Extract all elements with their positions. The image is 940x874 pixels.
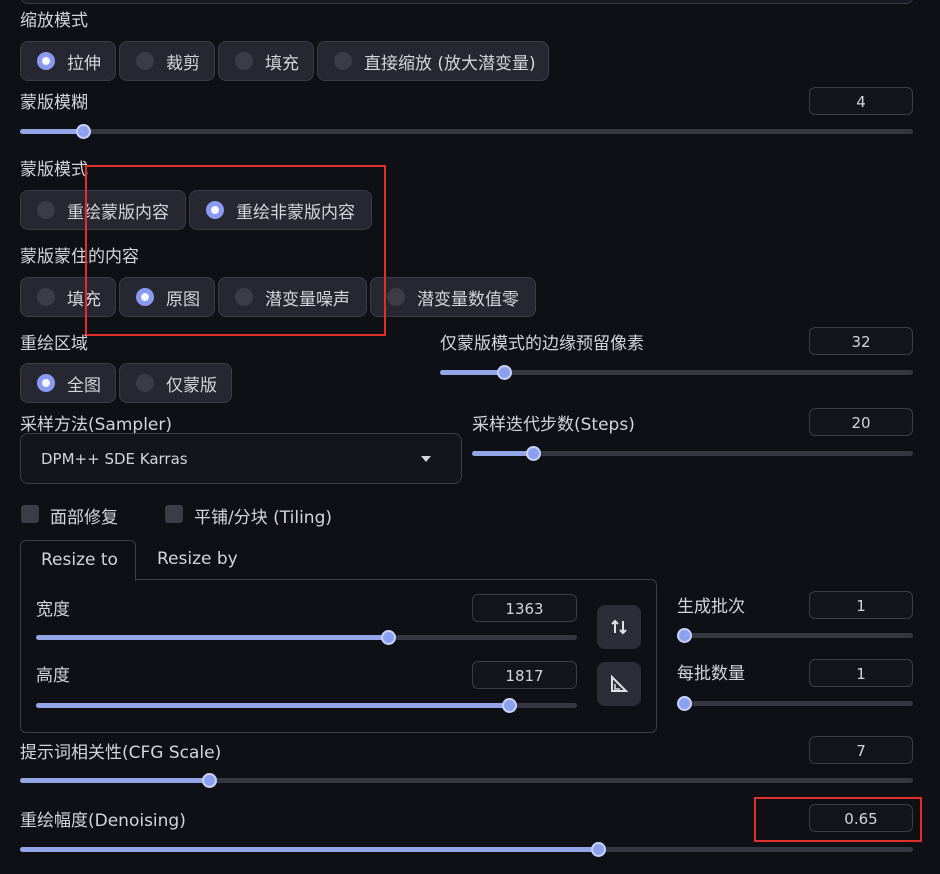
radio-icon	[235, 52, 253, 70]
slider-thumb[interactable]	[526, 446, 541, 461]
denoising-label: 重绘幅度(Denoising)	[20, 811, 186, 831]
tiling-label: 平铺/分块 (Tiling)	[194, 508, 332, 528]
slider-thumb[interactable]	[381, 630, 396, 645]
swap-dimensions-icon	[611, 619, 627, 635]
resize-mode-label: 缩放模式	[20, 11, 88, 31]
tiling-checkbox[interactable]	[165, 505, 183, 523]
slider-thumb[interactable]	[502, 698, 517, 713]
swap-dimensions-button[interactable]	[597, 605, 641, 649]
height-label: 高度	[36, 666, 70, 686]
sampler-value: DPM++ SDE Karras	[41, 450, 188, 468]
restore-faces-checkbox[interactable]	[21, 505, 39, 523]
cfg-scale-label: 提示词相关性(CFG Scale)	[20, 743, 222, 763]
slider-thumb[interactable]	[677, 628, 692, 643]
batch-size-input[interactable]: 1	[809, 659, 913, 687]
radio-icon	[136, 52, 154, 70]
slider-thumb[interactable]	[202, 773, 217, 788]
height-input[interactable]: 1817	[472, 661, 577, 689]
highlight-box-mask-options	[85, 165, 386, 336]
batch-size-slider[interactable]	[677, 696, 913, 711]
only-masked-padding-slider[interactable]	[440, 365, 913, 380]
sampler-label: 采样方法(Sampler)	[20, 415, 172, 435]
width-input[interactable]: 1363	[472, 594, 577, 622]
highlight-box-denoising	[754, 797, 922, 842]
aspect-ratio-button[interactable]	[597, 662, 641, 706]
mask-blur-slider[interactable]	[20, 124, 913, 139]
radio-icon	[136, 374, 154, 392]
resize-mode-option-fill[interactable]: 填充	[218, 41, 314, 81]
resize-mode-group: 拉伸 裁剪 填充 直接缩放 (放大潜变量)	[20, 41, 549, 81]
resize-mode-option-latent-upscale[interactable]: 直接缩放 (放大潜变量)	[317, 41, 549, 81]
height-slider[interactable]	[36, 698, 577, 713]
top-panel-edge	[20, 0, 914, 4]
steps-slider[interactable]	[472, 446, 913, 461]
batch-count-slider[interactable]	[677, 628, 913, 643]
page-scrollbar[interactable]	[936, 0, 940, 874]
resize-mode-option-crop[interactable]: 裁剪	[119, 41, 215, 81]
width-slider[interactable]	[36, 630, 577, 645]
inpaint-area-label: 重绘区域	[20, 334, 88, 354]
inpaint-area-group: 全图 仅蒙版	[20, 363, 232, 403]
slider-thumb[interactable]	[497, 365, 512, 380]
masked-content-option-latent-nothing[interactable]: 潜变量数值零	[370, 277, 536, 317]
only-masked-padding-input[interactable]: 32	[809, 327, 913, 355]
slider-thumb[interactable]	[677, 696, 692, 711]
mask-blur-label: 蒙版模糊	[20, 93, 88, 113]
radio-selected-icon	[37, 52, 55, 70]
radio-icon	[37, 288, 55, 306]
steps-input[interactable]: 20	[809, 408, 913, 436]
only-masked-padding-label: 仅蒙版模式的边缘预留像素	[440, 334, 644, 354]
inpaint-area-option-only-masked[interactable]: 仅蒙版	[119, 363, 232, 403]
tab-resize-to[interactable]: Resize to	[20, 540, 136, 581]
batch-count-label: 生成批次	[677, 597, 745, 617]
cfg-scale-slider[interactable]	[20, 773, 913, 788]
cfg-scale-input[interactable]: 7	[809, 736, 913, 764]
radio-icon	[387, 288, 405, 306]
tab-resize-by[interactable]: Resize by	[157, 549, 238, 569]
inpaint-area-option-whole[interactable]: 全图	[20, 363, 116, 403]
resize-mode-option-stretch[interactable]: 拉伸	[20, 41, 116, 81]
batch-size-label: 每批数量	[677, 664, 745, 684]
radio-icon	[37, 201, 55, 219]
mask-mode-label: 蒙版模式	[20, 160, 88, 180]
width-label: 宽度	[36, 600, 70, 620]
radio-icon	[334, 52, 352, 70]
steps-label: 采样迭代步数(Steps)	[472, 415, 635, 435]
batch-count-input[interactable]: 1	[809, 591, 913, 619]
sampler-dropdown[interactable]: DPM++ SDE Karras	[20, 433, 462, 484]
slider-thumb[interactable]	[591, 842, 606, 857]
aspect-ratio-icon	[611, 674, 629, 692]
radio-selected-icon	[37, 374, 55, 392]
denoising-slider[interactable]	[20, 842, 913, 857]
restore-faces-label: 面部修复	[50, 508, 118, 528]
chevron-down-icon	[421, 456, 431, 462]
slider-thumb[interactable]	[76, 124, 91, 139]
mask-blur-input[interactable]: 4	[809, 87, 913, 115]
